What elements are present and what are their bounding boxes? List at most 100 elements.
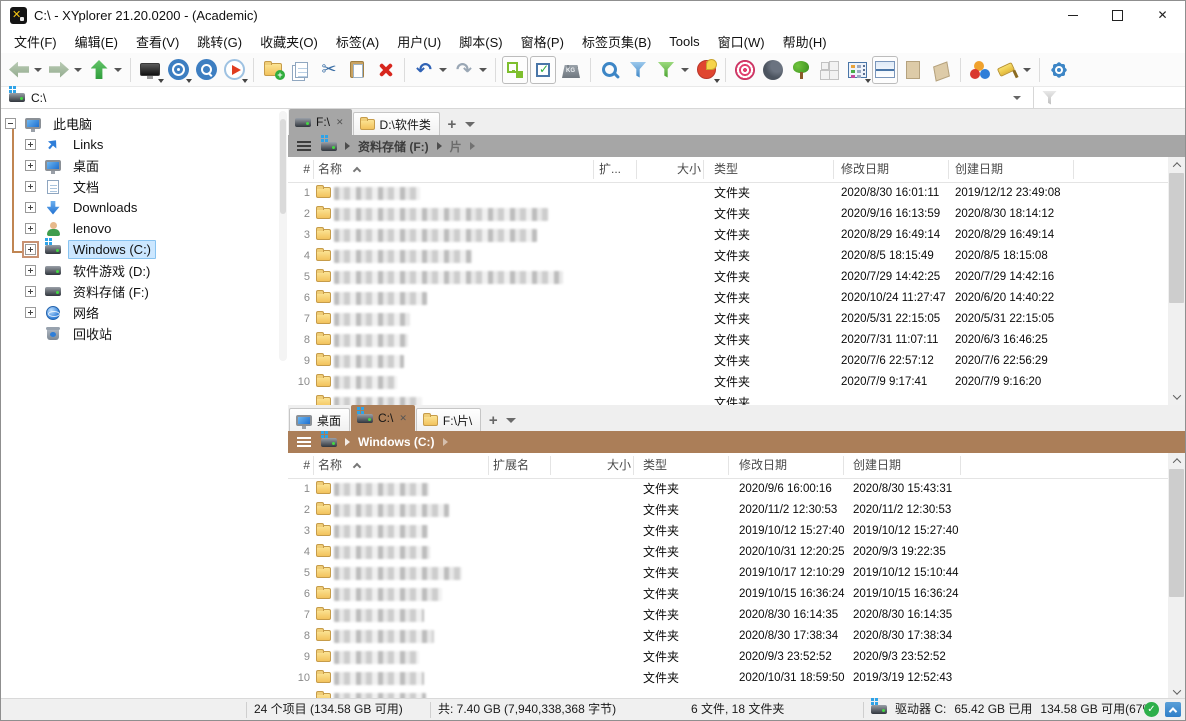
- tab-close-icon[interactable]: ✕: [336, 118, 344, 127]
- breadcrumb-item[interactable]: 资料存储 (F:): [358, 138, 429, 155]
- menu-item-3[interactable]: 查看(V): [127, 29, 188, 54]
- tree-item[interactable]: Links: [1, 134, 279, 155]
- column-separator[interactable]: [488, 456, 489, 475]
- column-header-#[interactable]: #: [292, 453, 310, 478]
- table-row[interactable]: 5文件夹2020/7/29 14:42:252020/7/29 14:42:16: [288, 267, 1170, 288]
- maximize-button[interactable]: [1095, 1, 1140, 29]
- delete-button[interactable]: [372, 56, 398, 84]
- column-header-[interactable]: 名称: [318, 453, 342, 478]
- scroll-down-icon[interactable]: [1168, 389, 1185, 405]
- go-icon[interactable]: [221, 56, 247, 84]
- menu-item-10[interactable]: 标签页集(B): [573, 29, 660, 54]
- column-separator[interactable]: [633, 456, 634, 475]
- tree-item[interactable]: Windows (C:): [1, 239, 279, 260]
- status-ok-icon[interactable]: ✓: [1144, 702, 1159, 717]
- new-tab-button[interactable]: +: [441, 113, 463, 135]
- column-separator[interactable]: [703, 160, 704, 179]
- copy-button[interactable]: [288, 56, 314, 84]
- tree-expander-icon[interactable]: [25, 244, 36, 255]
- tree-item[interactable]: 资料存储 (F:): [1, 281, 279, 302]
- dark-mode-icon[interactable]: [760, 56, 786, 84]
- table-row[interactable]: 10文件夹2020/7/9 9:17:412020/7/9 9:16:20: [288, 372, 1170, 393]
- up-button[interactable]: [86, 56, 112, 84]
- column-separator[interactable]: [313, 456, 314, 475]
- checkbox-selection-button[interactable]: [530, 56, 556, 84]
- column-header-[interactable]: 创建日期: [955, 157, 1003, 182]
- column-separator[interactable]: [550, 456, 551, 475]
- folder-tree-icon[interactable]: [788, 56, 814, 84]
- tree-item[interactable]: lenovo: [1, 218, 279, 239]
- tree-scrollbar[interactable]: [279, 111, 287, 361]
- redo-dropdown-icon[interactable]: [479, 68, 487, 72]
- table-row[interactable]: 3文件夹2019/10/12 15:27:402019/10/12 15:27:…: [288, 521, 1170, 542]
- table-row[interactable]: 2文件夹2020/9/16 16:13:592020/8/30 18:14:12: [288, 204, 1170, 225]
- tab-f[interactable]: F:\片\: [416, 408, 481, 431]
- filter-blue-icon[interactable]: [625, 56, 651, 84]
- column-separator[interactable]: [833, 160, 834, 179]
- quick-search-icon[interactable]: [193, 56, 219, 84]
- paint-roller-icon[interactable]: [995, 56, 1021, 84]
- spiral-icon[interactable]: [732, 56, 758, 84]
- tab-f[interactable]: F:\✕: [289, 109, 352, 135]
- single-pane-icon[interactable]: [900, 56, 926, 84]
- paste-button[interactable]: [344, 56, 370, 84]
- breadcrumb-item[interactable]: 片: [450, 138, 462, 155]
- tree-item[interactable]: 此电脑: [1, 113, 279, 134]
- column-header-[interactable]: 类型: [714, 157, 738, 182]
- column-header-[interactable]: 大小: [628, 157, 701, 182]
- table-row[interactable]: 4文件夹2020/8/5 18:15:492020/8/5 18:15:08: [288, 246, 1170, 267]
- tree-expander-icon[interactable]: [5, 118, 16, 129]
- details-view-icon[interactable]: [844, 56, 870, 84]
- table-row[interactable]: 9文件夹2020/7/6 22:57:122020/7/6 22:56:29: [288, 351, 1170, 372]
- column-separator[interactable]: [960, 456, 961, 475]
- breadcrumb-item[interactable]: Windows (C:): [358, 435, 435, 449]
- menu-item-12[interactable]: 窗口(W): [709, 29, 774, 54]
- column-header-[interactable]: 修改日期: [841, 157, 889, 182]
- filter-dropdown-icon[interactable]: [681, 68, 689, 72]
- tab-list-dropdown-icon[interactable]: [465, 122, 475, 127]
- column-header-[interactable]: 修改日期: [739, 453, 787, 478]
- scroll-up-icon[interactable]: [1168, 453, 1185, 469]
- tree-item[interactable]: Downloads: [1, 197, 279, 218]
- tree-expander-icon[interactable]: [25, 265, 36, 276]
- hotlist-target-icon[interactable]: [165, 56, 191, 84]
- table-row[interactable]: 10文件夹2020/10/31 18:59:502019/3/19 12:52:…: [288, 668, 1170, 689]
- address-path[interactable]: C:\: [31, 91, 46, 105]
- table-row[interactable]: 2文件夹2020/11/2 12:30:532020/11/2 12:30:53: [288, 500, 1170, 521]
- breadcrumb-menu-icon[interactable]: [297, 141, 311, 151]
- back-dropdown-icon[interactable]: [34, 68, 42, 72]
- tree-expander-icon[interactable]: [25, 160, 36, 171]
- tab-list-dropdown-icon[interactable]: [506, 418, 516, 423]
- tab-c[interactable]: C:\✕: [351, 405, 415, 431]
- menu-item-2[interactable]: 编辑(E): [66, 29, 127, 54]
- column-separator[interactable]: [313, 160, 314, 179]
- find-files-icon[interactable]: [597, 56, 623, 84]
- up-dropdown-icon[interactable]: [114, 68, 122, 72]
- table-row[interactable]: 8文件夹2020/7/31 11:07:112020/6/3 16:46:25: [288, 330, 1170, 351]
- menu-item-4[interactable]: 跳转(G): [188, 29, 251, 54]
- tree-item[interactable]: 网络: [1, 302, 279, 323]
- table-row[interactable]: 9文件夹2020/9/3 23:52:522020/9/3 23:52:52: [288, 647, 1170, 668]
- visual-filter-icon[interactable]: [1042, 91, 1057, 105]
- filter-green-icon[interactable]: [653, 56, 679, 84]
- menu-item-1[interactable]: 文件(F): [5, 29, 66, 54]
- forward-dropdown-icon[interactable]: [74, 68, 82, 72]
- breadcrumb-menu-icon[interactable]: [297, 437, 311, 447]
- column-separator[interactable]: [1073, 160, 1074, 179]
- column-header-#[interactable]: #: [292, 157, 310, 182]
- scrollbar-thumb[interactable]: [1169, 469, 1184, 597]
- table-row[interactable]: 4文件夹2020/10/31 12:20:252020/9/3 19:22:35: [288, 542, 1170, 563]
- back-button[interactable]: [6, 56, 32, 84]
- table-row[interactable]: 7文件夹2020/8/30 16:14:352020/8/30 16:14:35: [288, 605, 1170, 626]
- menu-item-5[interactable]: 收藏夹(O): [251, 29, 327, 54]
- table-row[interactable]: 6文件夹2019/10/15 16:36:242019/10/15 16:36:…: [288, 584, 1170, 605]
- menu-item-13[interactable]: 帮助(H): [774, 29, 836, 54]
- tree-expander-icon[interactable]: [25, 139, 36, 150]
- new-folder-button[interactable]: [260, 56, 286, 84]
- table-row[interactable]: 8文件夹2020/8/30 17:38:342020/8/30 17:38:34: [288, 626, 1170, 647]
- statistics-pie-icon[interactable]: [693, 56, 719, 84]
- size-weight-icon[interactable]: [558, 56, 584, 84]
- tab-d[interactable]: D:\软件类: [353, 112, 440, 135]
- tree-item[interactable]: 回收站: [1, 323, 279, 344]
- table-row[interactable]: 1文件夹2020/8/30 16:01:112019/12/12 23:49:0…: [288, 183, 1170, 204]
